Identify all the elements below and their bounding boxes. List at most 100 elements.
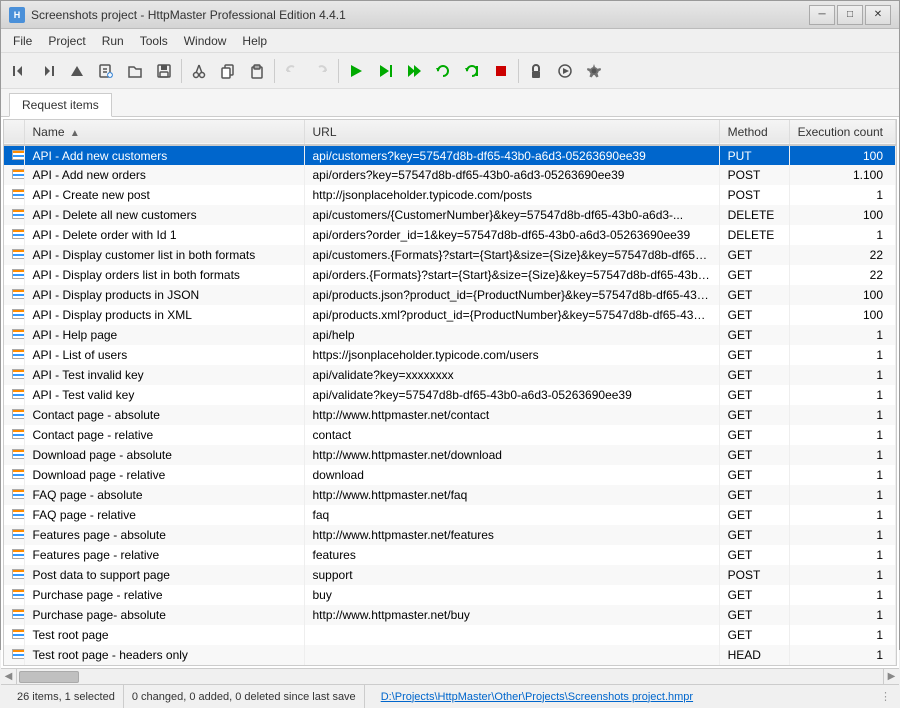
menu-help[interactable]: Help [234, 31, 275, 51]
table-row[interactable]: Download page - relativedownloadGET1 [4, 465, 896, 485]
row-execution-count: 1 [789, 505, 895, 525]
toolbar-play-debug[interactable] [551, 57, 579, 85]
header-icon[interactable] [4, 120, 24, 145]
table-row[interactable]: Purchase page - relativebuyGET1 [4, 585, 896, 605]
toolbar-lock[interactable] [522, 57, 550, 85]
table-row[interactable]: API - Create new posthttp://jsonplacehol… [4, 185, 896, 205]
table-row[interactable]: API - List of usershttps://jsonplacehold… [4, 345, 896, 365]
row-icon-cell [4, 645, 24, 665]
header-url[interactable]: URL [304, 120, 719, 145]
header-name[interactable]: Name ▲ [24, 120, 304, 145]
toolbar-save[interactable] [150, 57, 178, 85]
row-name: Contact page - relative [24, 425, 304, 445]
toolbar-replay[interactable] [429, 57, 457, 85]
row-method: GET [719, 425, 789, 445]
table-row[interactable]: FAQ page - absolutehttp://www.httpmaster… [4, 485, 896, 505]
row-execution-count: 1 [789, 385, 895, 405]
toolbar-paste[interactable] [243, 57, 271, 85]
request-items-table[interactable]: Name ▲ URL Method Execution count API - … [3, 119, 897, 666]
toolbar-forward[interactable] [34, 57, 62, 85]
table-row[interactable]: API - Add new customersapi/customers?key… [4, 145, 896, 165]
row-url: contact [304, 425, 719, 445]
table-row[interactable]: API - Add new ordersapi/orders?key=57547… [4, 165, 896, 185]
menu-file[interactable]: File [5, 31, 40, 51]
table-row[interactable]: Contact page - relativecontactGET1 [4, 425, 896, 445]
row-method: GET [719, 245, 789, 265]
table-row[interactable]: API - Delete all new customersapi/custom… [4, 205, 896, 225]
row-method: GET [719, 365, 789, 385]
row-name: FAQ page - relative [24, 505, 304, 525]
scroll-left-btn[interactable]: ◀ [1, 669, 17, 685]
table-row[interactable]: API - Display products in XMLapi/product… [4, 305, 896, 325]
header-execution-count[interactable]: Execution count [789, 120, 895, 145]
table-row[interactable]: Post data to support pagesupportPOST1 [4, 565, 896, 585]
toolbar-replay2[interactable] [458, 57, 486, 85]
row-execution-count: 1 [789, 405, 895, 425]
table-row[interactable]: Contact page - absolutehttp://www.httpma… [4, 405, 896, 425]
toolbar-run-fast[interactable] [400, 57, 428, 85]
separator-4 [518, 59, 519, 83]
row-method: GET [719, 485, 789, 505]
table-row[interactable]: API - Test valid keyapi/validate?key=575… [4, 385, 896, 405]
table-row[interactable]: Purchase page- absolutehttp://www.httpma… [4, 605, 896, 625]
row-icon-cell [4, 625, 24, 645]
toolbar-back[interactable] [5, 57, 33, 85]
table-row[interactable]: Features page - relativefeaturesGET1 [4, 545, 896, 565]
table-row[interactable]: Features page - absolutehttp://www.httpm… [4, 525, 896, 545]
toolbar-settings[interactable] [580, 57, 608, 85]
row-url: http://www.httpmaster.net/download [304, 445, 719, 465]
toolbar-copy[interactable] [214, 57, 242, 85]
table-row[interactable]: API - Help pageapi/helpGET1 [4, 325, 896, 345]
row-url: features [304, 545, 719, 565]
scroll-thumb[interactable] [19, 671, 79, 683]
table-row[interactable]: API - Delete order with Id 1api/orders?o… [4, 225, 896, 245]
row-name: Test root page [24, 625, 304, 645]
close-button[interactable]: ✕ [865, 5, 891, 25]
toolbar-undo[interactable] [278, 57, 306, 85]
row-url: api/validate?key=57547d8b-df65-43b0-a6d3… [304, 385, 719, 405]
table-row[interactable]: Test root page - headers onlyHEAD1 [4, 645, 896, 665]
row-name: Download page - relative [24, 465, 304, 485]
row-execution-count: 1 [789, 325, 895, 345]
toolbar-cut[interactable] [185, 57, 213, 85]
table-row[interactable]: FAQ page - relativefaqGET1 [4, 505, 896, 525]
table-row[interactable]: API - Test invalid keyapi/validate?key=x… [4, 365, 896, 385]
menu-project[interactable]: Project [40, 31, 93, 51]
menu-window[interactable]: Window [176, 31, 235, 51]
minimize-button[interactable]: ─ [809, 5, 835, 25]
row-icon-cell [4, 605, 24, 625]
header-method[interactable]: Method [719, 120, 789, 145]
row-icon-cell [4, 325, 24, 345]
row-url: https://jsonplaceholder.typicode.com/use… [304, 345, 719, 365]
scroll-right-btn[interactable]: ▶ [883, 669, 899, 685]
table-row[interactable]: API - Display products in JSONapi/produc… [4, 285, 896, 305]
scroll-track[interactable] [17, 669, 883, 684]
menu-tools[interactable]: Tools [132, 31, 176, 51]
table-row[interactable]: API - Display orders list in both format… [4, 265, 896, 285]
toolbar-new[interactable] [92, 57, 120, 85]
row-execution-count: 1 [789, 525, 895, 545]
maximize-button[interactable]: □ [837, 5, 863, 25]
toolbar-open[interactable] [121, 57, 149, 85]
tab-request-items[interactable]: Request items [9, 93, 112, 117]
toolbar-run-selected[interactable] [371, 57, 399, 85]
row-method: GET [719, 405, 789, 425]
request-type-icon [12, 469, 24, 479]
table-row[interactable]: Download page - absolutehttp://www.httpm… [4, 445, 896, 465]
row-method: GET [719, 445, 789, 465]
row-icon-cell [4, 425, 24, 445]
toolbar-redo[interactable] [307, 57, 335, 85]
request-type-icon [12, 309, 24, 319]
separator-2 [274, 59, 275, 83]
row-icon-cell [4, 525, 24, 545]
table-row[interactable]: Test root pageGET1 [4, 625, 896, 645]
table-row[interactable]: API - Display customer list in both form… [4, 245, 896, 265]
file-path-link[interactable]: D:\Projects\HttpMaster\Other\Projects\Sc… [373, 691, 701, 703]
row-url: http://jsonplaceholder.typicode.com/post… [304, 185, 719, 205]
toolbar-run-all[interactable] [342, 57, 370, 85]
horizontal-scrollbar[interactable]: ◀ ▶ [1, 668, 899, 684]
menu-run[interactable]: Run [94, 31, 132, 51]
status-filepath: D:\Projects\HttpMaster\Other\Projects\Sc… [365, 691, 709, 703]
toolbar-up[interactable] [63, 57, 91, 85]
toolbar-stop[interactable] [487, 57, 515, 85]
